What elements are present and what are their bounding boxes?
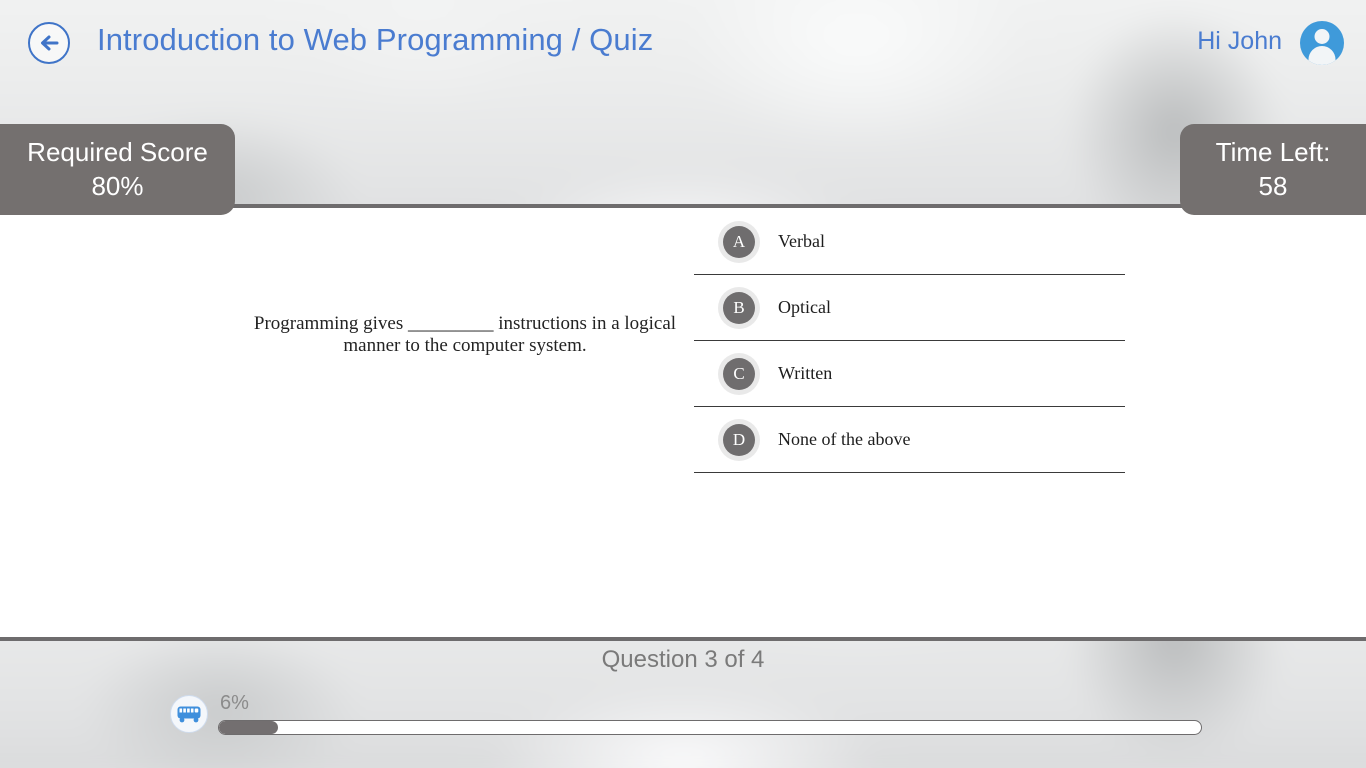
option-key-badge-c: C bbox=[718, 352, 760, 395]
option-row-a[interactable]: A Verbal bbox=[694, 209, 1125, 275]
progress-bar-fill bbox=[219, 721, 278, 734]
bus-icon bbox=[170, 695, 208, 733]
option-row-d[interactable]: D None of the above bbox=[694, 407, 1125, 473]
option-label-c: Written bbox=[778, 363, 833, 383]
question-counter: Question 3 of 4 bbox=[601, 646, 765, 673]
option-row-b[interactable]: B Optical bbox=[694, 275, 1125, 341]
back-arrow-icon bbox=[37, 31, 61, 55]
progress-bar-track bbox=[218, 720, 1202, 735]
avatar-body-icon bbox=[1308, 46, 1336, 65]
option-key-a: A bbox=[723, 225, 755, 258]
required-score-badge: Required Score 80% bbox=[0, 124, 235, 215]
option-key-d: D bbox=[723, 423, 755, 456]
header-bar: Introduction to Web Programming / Quiz H… bbox=[0, 0, 1366, 88]
required-score-value: 80% bbox=[91, 171, 144, 201]
required-score-label: Required Score bbox=[27, 137, 208, 167]
question-text: Programming gives _________ instructions… bbox=[253, 313, 677, 356]
option-row-c[interactable]: C Written bbox=[694, 341, 1125, 407]
avatar[interactable] bbox=[1300, 21, 1344, 65]
time-left-value: 58 bbox=[1258, 171, 1288, 201]
content-sheet bbox=[0, 208, 1366, 638]
progress-percent-label: 6% bbox=[220, 692, 249, 714]
progress-area: 6% bbox=[170, 692, 1230, 738]
option-label-a: Verbal bbox=[778, 231, 825, 251]
quiz-screen: Introduction to Web Programming / Quiz H… bbox=[0, 0, 1366, 768]
option-key-badge-d: D bbox=[718, 418, 760, 461]
option-key-c: C bbox=[723, 357, 755, 390]
page-title: Introduction to Web Programming / Quiz bbox=[97, 22, 654, 57]
option-key-badge-a: A bbox=[718, 220, 760, 263]
time-left-label: Time Left: bbox=[1215, 137, 1331, 167]
time-left-badge: Time Left: 58 bbox=[1180, 124, 1366, 215]
option-label-d: None of the above bbox=[778, 429, 911, 449]
option-label-b: Optical bbox=[778, 297, 831, 317]
user-greeting: Hi John bbox=[1197, 27, 1282, 55]
bottom-divider bbox=[0, 637, 1366, 641]
avatar-head-icon bbox=[1314, 29, 1330, 44]
option-key-badge-b: B bbox=[718, 286, 760, 329]
option-key-b: B bbox=[723, 291, 755, 324]
options-list: A Verbal B Optical C Written D None of t… bbox=[694, 209, 1125, 473]
back-button[interactable] bbox=[28, 22, 70, 64]
